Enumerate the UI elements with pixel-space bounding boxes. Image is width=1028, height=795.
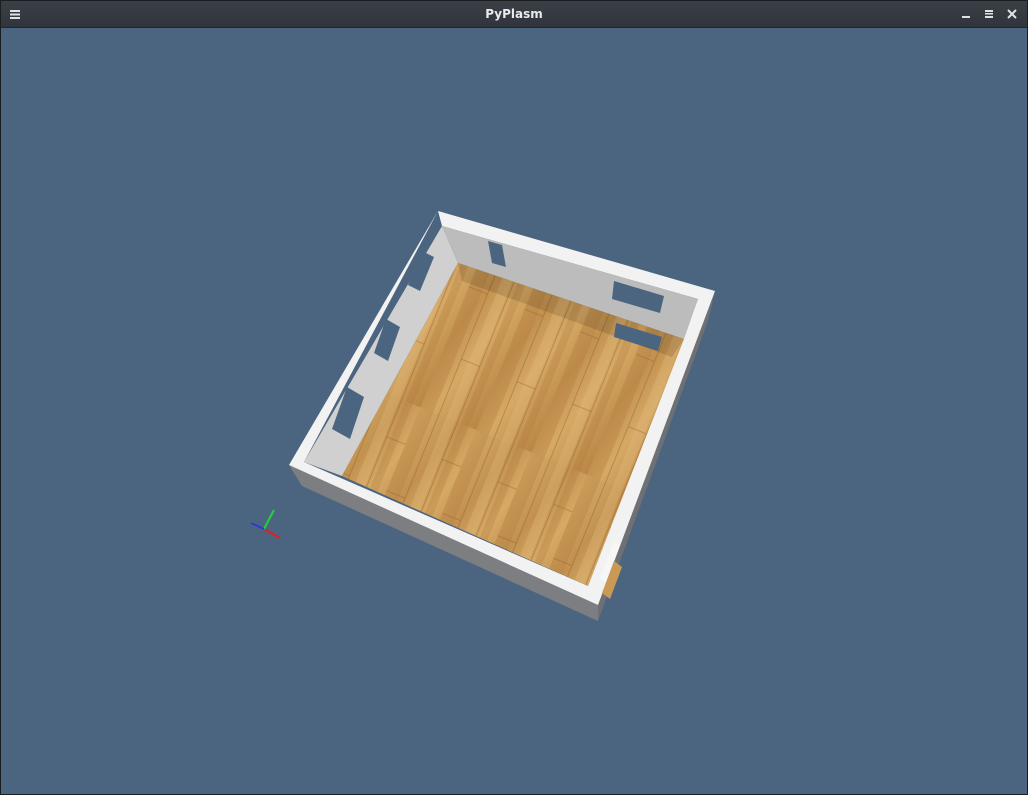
y-axis (263, 509, 275, 530)
close-icon (1007, 9, 1017, 19)
room-model (250, 211, 715, 621)
title-bar[interactable]: PyPlasm (1, 1, 1027, 28)
minimize-button[interactable] (957, 5, 975, 23)
window-title: PyPlasm (485, 7, 543, 21)
minimize-icon (962, 16, 970, 18)
app-window: PyPlasm (0, 0, 1028, 795)
z-axis (250, 522, 265, 530)
x-axis (263, 528, 281, 539)
3d-viewport[interactable] (2, 28, 1028, 795)
axes-gizmo (250, 509, 281, 539)
close-button[interactable] (1003, 5, 1021, 23)
maximize-icon (985, 10, 993, 18)
maximize-button[interactable] (980, 5, 998, 23)
